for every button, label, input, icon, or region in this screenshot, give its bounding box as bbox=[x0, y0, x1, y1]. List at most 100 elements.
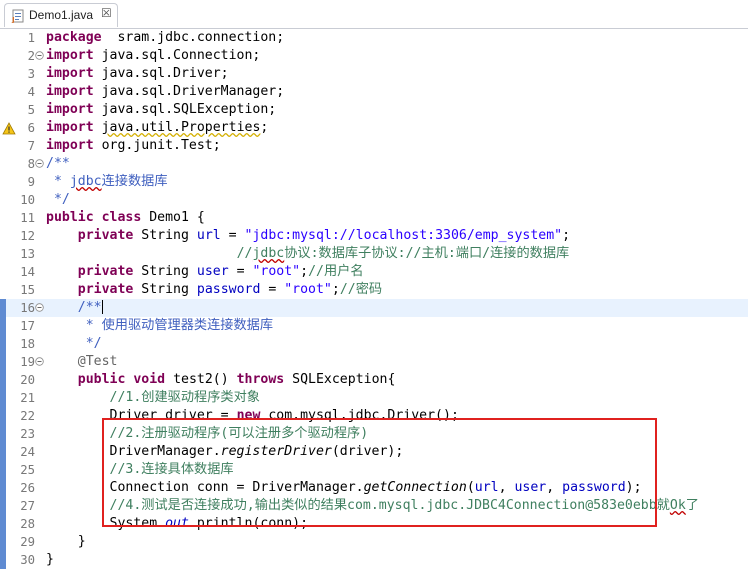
code-line[interactable]: 17 * 使用驱动管理器类连接数据库 bbox=[0, 317, 748, 335]
code-editor[interactable]: 1 package sram.jdbc.connection; 2 import ja… bbox=[0, 29, 748, 571]
line-number: 24 bbox=[20, 445, 35, 459]
code-line[interactable]: 19 @Test bbox=[0, 353, 748, 371]
code-token: throws bbox=[236, 372, 285, 387]
code-token: private bbox=[77, 264, 134, 279]
code-token: 协议:数据库子协议://主机:端口/连接的数据库 bbox=[284, 246, 570, 261]
code-line[interactable]: 29 } bbox=[0, 533, 748, 551]
line-number: 21 bbox=[20, 391, 35, 405]
line-number: 23 bbox=[20, 427, 35, 441]
fold-collapse-icon[interactable] bbox=[35, 51, 44, 60]
code-line[interactable]: 16 /** bbox=[0, 299, 748, 317]
code-line[interactable]: 7 import org.junit.Test; bbox=[0, 137, 748, 155]
code-line[interactable]: 30} bbox=[0, 551, 748, 569]
line-number: 18 bbox=[20, 337, 35, 351]
close-icon[interactable]: ☒ bbox=[101, 6, 112, 20]
code-token: void bbox=[133, 372, 166, 387]
code-token: //密码 bbox=[339, 282, 383, 297]
code-line[interactable]: 14 private String user = "root";//用户名 bbox=[0, 263, 748, 281]
code-line[interactable]: 2 import java.sql.Connection; bbox=[0, 47, 748, 65]
code-text: @Test bbox=[46, 353, 118, 371]
warning-icon[interactable] bbox=[2, 122, 16, 135]
line-number: 4 bbox=[27, 85, 35, 99]
code-line[interactable]: 10 */ bbox=[0, 191, 748, 209]
code-line[interactable]: 4 import java.sql.DriverManager; bbox=[0, 83, 748, 101]
line-number: 25 bbox=[20, 463, 35, 477]
code-text: */ bbox=[46, 191, 70, 209]
code-line[interactable]: 3 import java.sql.Driver; bbox=[0, 65, 748, 83]
line-number: 9 bbox=[27, 175, 35, 189]
code-line[interactable]: 18 */ bbox=[0, 335, 748, 353]
code-token: "jdbc:mysql://localhost:3306/emp_system" bbox=[244, 228, 563, 243]
line-number: 16 bbox=[20, 301, 35, 315]
svg-text:J: J bbox=[11, 16, 15, 23]
code-token: "root" bbox=[284, 282, 332, 297]
code-token: public bbox=[46, 210, 94, 225]
code-token: * bbox=[46, 174, 70, 189]
code-token: user bbox=[196, 264, 229, 279]
code-line[interactable]: 12 private String url = "jdbc:mysql://lo… bbox=[0, 227, 748, 245]
code-token: import bbox=[46, 138, 94, 153]
code-line[interactable]: 21 //1.创建驱动程序类对象 bbox=[0, 389, 748, 407]
fold-collapse-icon[interactable] bbox=[35, 159, 44, 168]
code-line[interactable]: 6 import java.util.Properties; bbox=[0, 119, 748, 137]
code-text: import org.junit.Test; bbox=[46, 137, 221, 155]
code-text: * jdbc连接数据库 bbox=[46, 173, 168, 191]
code-token: jdbc bbox=[69, 174, 102, 189]
fold-collapse-icon[interactable] bbox=[35, 303, 44, 312]
code-line[interactable]: 15 private String password = "root";//密码 bbox=[0, 281, 748, 299]
code-text: private String url = "jdbc:mysql://local… bbox=[46, 227, 570, 245]
code-text: */ bbox=[46, 335, 102, 353]
code-text: import java.sql.DriverManager; bbox=[46, 83, 284, 101]
code-text: package sram.jdbc.connection; bbox=[46, 29, 284, 47]
code-line[interactable]: 13 //jdbc协议:数据库子协议://主机:端口/连接的数据库 bbox=[0, 245, 748, 263]
code-token: SQLException{ bbox=[284, 372, 396, 387]
code-token: } bbox=[46, 534, 86, 549]
code-line[interactable]: 20 public void test2() throws SQLExcepti… bbox=[0, 371, 748, 389]
code-text: private String password = "root";//密码 bbox=[46, 281, 382, 299]
line-number: 27 bbox=[20, 499, 35, 513]
line-number: 8 bbox=[27, 157, 35, 171]
code-line[interactable]: 8 /** bbox=[0, 155, 748, 173]
code-token: sram.jdbc.connection; bbox=[101, 30, 285, 45]
code-token: String bbox=[133, 282, 197, 297]
line-number: 11 bbox=[20, 211, 35, 225]
text-caret bbox=[101, 300, 103, 314]
line-number: 20 bbox=[20, 373, 35, 387]
code-token: import bbox=[46, 48, 94, 63]
code-line[interactable]: 1 package sram.jdbc.connection; bbox=[0, 29, 748, 47]
code-line[interactable]: 11 public class Demo1 { bbox=[0, 209, 748, 227]
code-token: } bbox=[46, 552, 54, 567]
code-token: private bbox=[77, 282, 134, 297]
code-token: import bbox=[46, 66, 94, 81]
code-token: java.sql.Driver; bbox=[93, 66, 229, 81]
code-text: import java.sql.SQLException; bbox=[46, 101, 276, 119]
code-token: java.sql.SQLException; bbox=[93, 102, 277, 117]
line-number: 17 bbox=[20, 319, 35, 333]
code-line[interactable]: 9 * jdbc连接数据库 bbox=[0, 173, 748, 191]
line-number: 15 bbox=[20, 283, 35, 297]
line-number: 10 bbox=[20, 193, 35, 207]
code-text: public void test2() throws SQLException{ bbox=[46, 371, 396, 389]
code-token: import bbox=[46, 84, 94, 99]
line-number: 7 bbox=[27, 139, 35, 153]
code-line[interactable]: 5 import java.sql.SQLException; bbox=[0, 101, 748, 119]
line-number: 22 bbox=[20, 409, 35, 423]
code-text: public class Demo1 { bbox=[46, 209, 205, 227]
code-token: */ bbox=[46, 192, 70, 207]
fold-collapse-icon[interactable] bbox=[35, 357, 44, 366]
code-text: import java.sql.Connection; bbox=[46, 47, 260, 65]
code-token: ; bbox=[300, 264, 309, 279]
code-token: // bbox=[236, 246, 253, 261]
code-token: package bbox=[46, 30, 102, 45]
code-token: jdbc bbox=[252, 246, 285, 261]
tab-demo1-java[interactable]: J Demo1.java ☒ bbox=[4, 3, 118, 27]
code-text: //1.创建驱动程序类对象 bbox=[46, 389, 260, 407]
code-token: java.util.Properties bbox=[101, 120, 261, 135]
line-number: 19 bbox=[20, 355, 35, 369]
code-token: url bbox=[196, 228, 221, 243]
